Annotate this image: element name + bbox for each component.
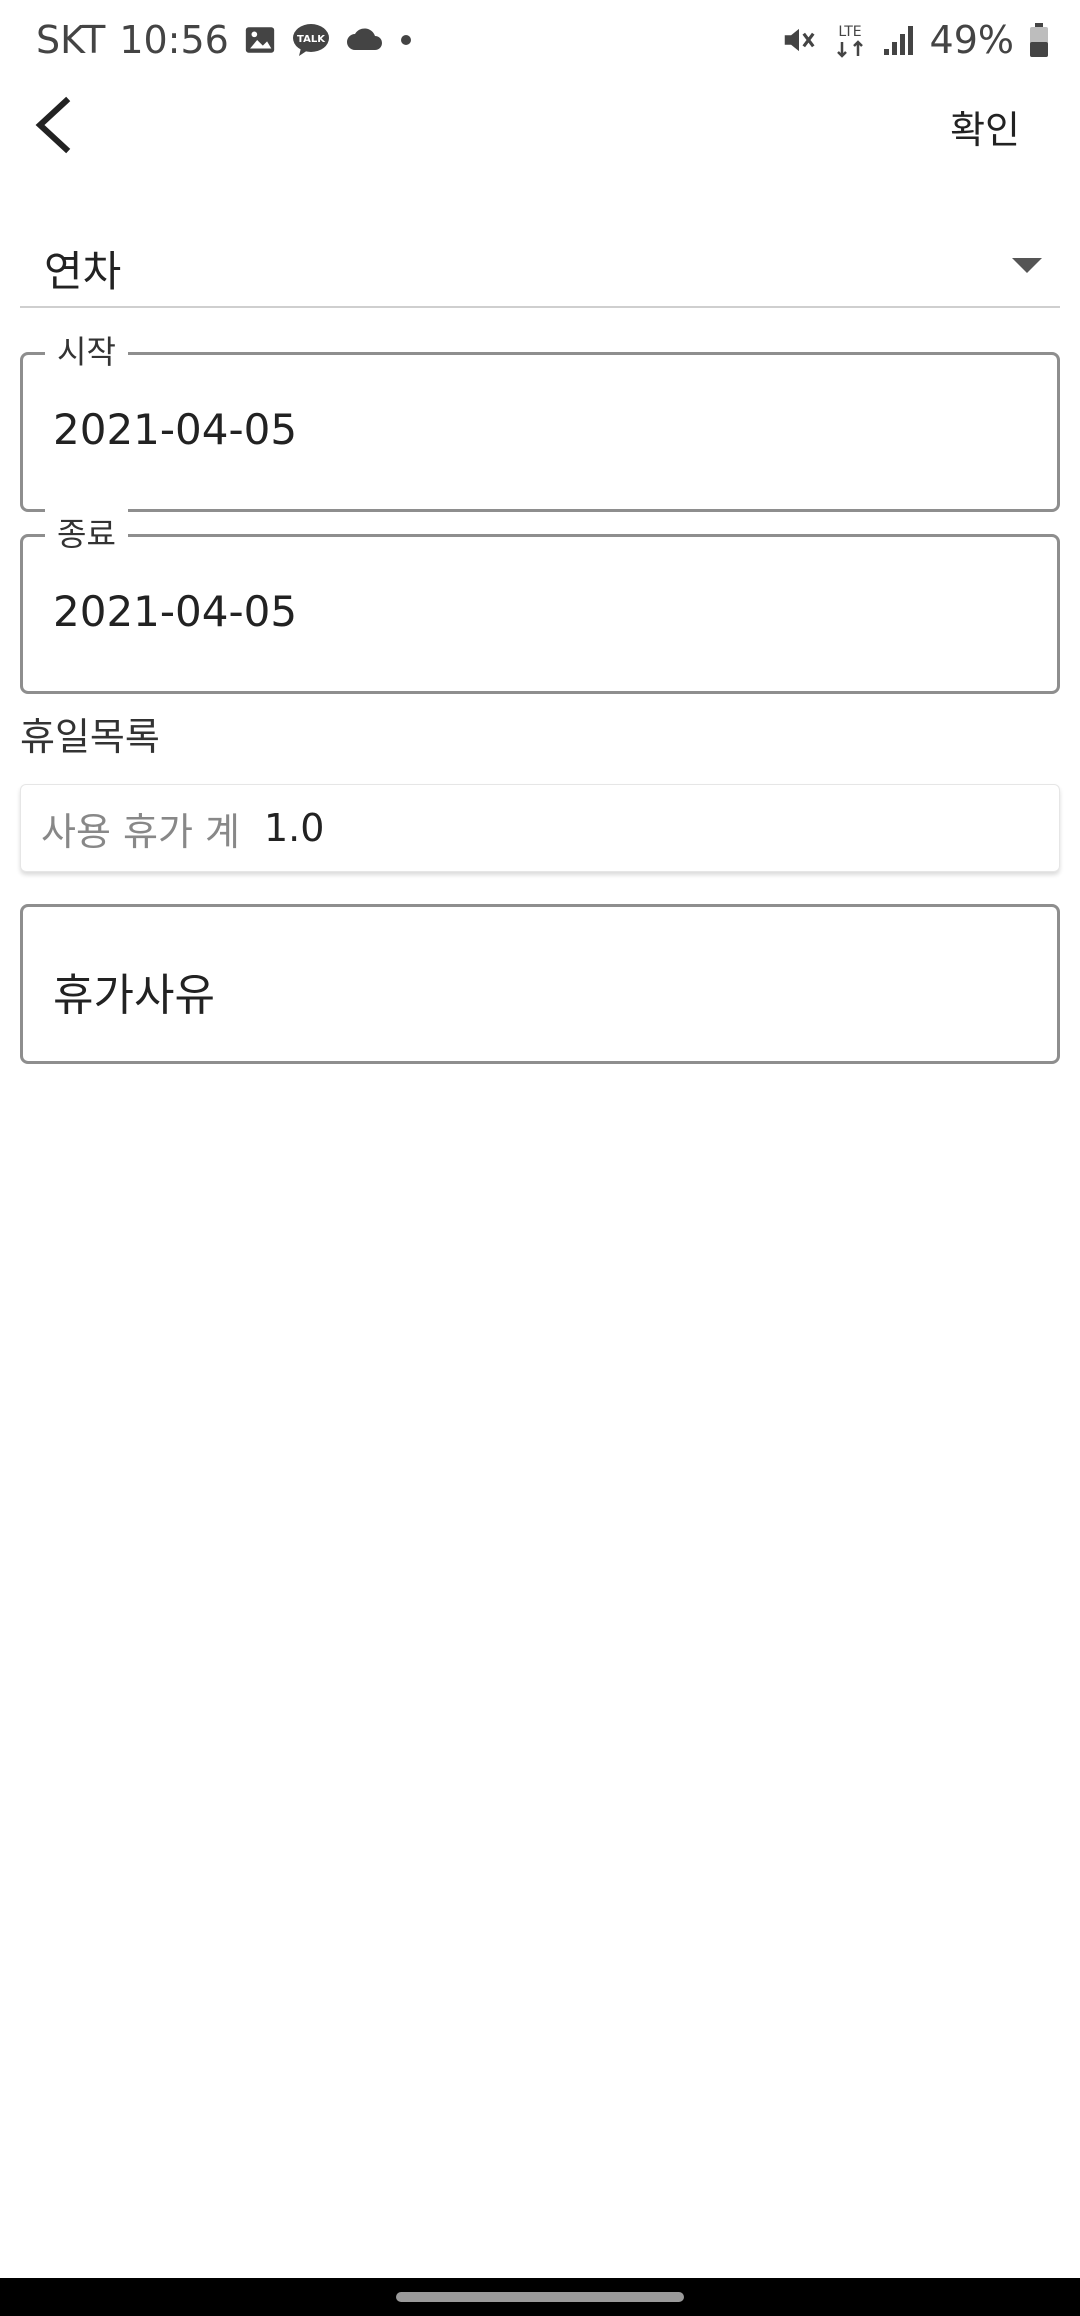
- carrier-label: SKT: [36, 18, 106, 62]
- holiday-list-label: 휴일목록: [20, 715, 160, 759]
- status-bar-right: LTE 49%: [780, 14, 1050, 66]
- leave-reason-placeholder: 휴가사유: [53, 970, 215, 1021]
- kakaotalk-icon: TALK: [291, 22, 331, 58]
- chevron-left-icon: [35, 96, 71, 154]
- back-button[interactable]: [30, 88, 130, 162]
- leave-type-value: 연차: [44, 247, 122, 296]
- leave-type-select[interactable]: 연차: [20, 218, 1060, 308]
- navigation-bar: [0, 2278, 1080, 2316]
- dropdown-arrow-icon: [1012, 258, 1042, 273]
- signal-icon: [882, 23, 916, 57]
- lte-icon: LTE: [832, 20, 868, 60]
- dot-icon: [399, 33, 413, 47]
- home-handle[interactable]: [396, 2292, 684, 2302]
- end-date-label: 종료: [45, 509, 128, 555]
- image-icon: [243, 23, 277, 57]
- network-label: LTE: [838, 24, 861, 40]
- used-leave-value: 1.0: [263, 806, 325, 850]
- start-date-field[interactable]: 시작 2021-04-05: [20, 327, 1060, 512]
- mute-icon: [780, 21, 818, 59]
- leave-reason-field[interactable]: 휴가사유: [20, 904, 1060, 1064]
- battery-icon: [1028, 22, 1050, 58]
- status-bar: SKT 10:56 TALK LTE 49%: [0, 0, 1080, 80]
- confirm-button[interactable]: 확인: [950, 96, 1020, 156]
- used-leave-label: 사용 휴가 계: [41, 809, 240, 854]
- end-date-field[interactable]: 종료 2021-04-05: [20, 509, 1060, 694]
- talk-badge: TALK: [297, 34, 326, 45]
- status-bar-left: SKT 10:56 TALK: [36, 14, 413, 66]
- end-date-value: 2021-04-05: [53, 587, 298, 636]
- cloud-icon: [345, 26, 385, 54]
- time-label: 10:56: [119, 18, 229, 62]
- battery-percent: 49%: [929, 18, 1014, 62]
- used-leave-summary: 사용 휴가 계 1.0: [20, 784, 1060, 872]
- start-date-label: 시작: [45, 327, 128, 373]
- start-date-value: 2021-04-05: [53, 405, 298, 454]
